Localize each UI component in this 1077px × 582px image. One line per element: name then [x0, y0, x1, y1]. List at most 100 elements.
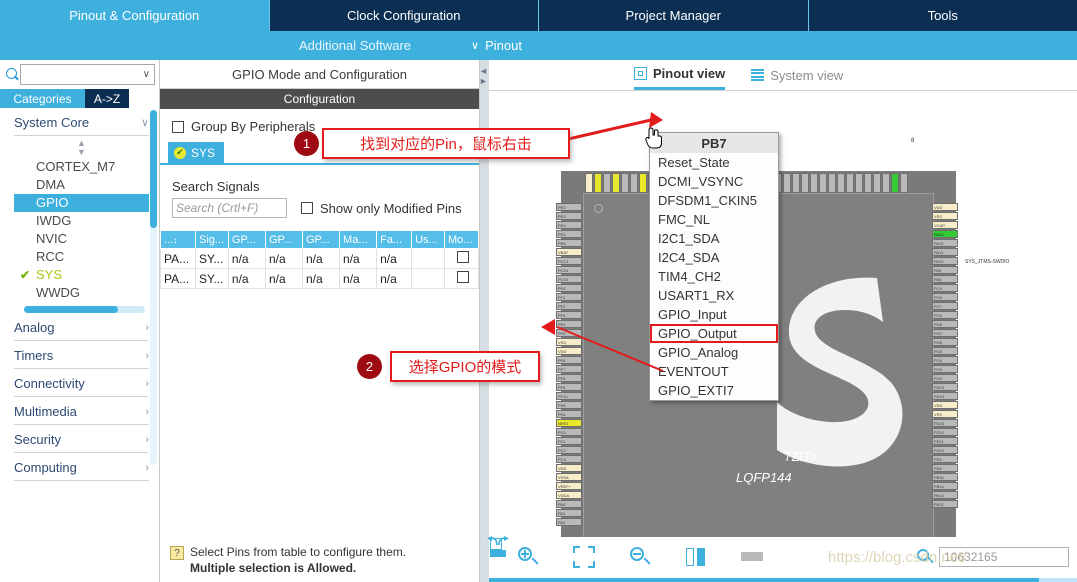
- chip-pin[interactable]: PH0: [556, 401, 582, 409]
- chip-pin[interactable]: [855, 173, 863, 193]
- chip-pin[interactable]: VDD: [932, 203, 958, 211]
- chip-pin[interactable]: [882, 173, 890, 193]
- chip-pin[interactable]: PC9: [932, 284, 958, 292]
- chip-pin[interactable]: [801, 173, 809, 193]
- column-header-user-label[interactable]: Us...: [411, 230, 445, 249]
- keyboard-button[interactable]: [741, 546, 763, 568]
- chip-pin[interactable]: PH1: [556, 410, 582, 418]
- chip-pin[interactable]: [864, 173, 872, 193]
- chip-pin[interactable]: [810, 173, 818, 193]
- chip-pin[interactable]: PC1: [556, 437, 582, 445]
- column-header-gpio-2[interactable]: GP...: [264, 230, 304, 249]
- show-modified-pins-checkbox[interactable]: [301, 202, 313, 214]
- chip-pin[interactable]: PG7: [932, 329, 958, 337]
- chip-pin[interactable]: VSS: [932, 410, 958, 418]
- chip-pin[interactable]: VDDA: [556, 491, 582, 499]
- chip-pin[interactable]: PG5: [932, 347, 958, 355]
- sidebar-tab-az[interactable]: A->Z: [85, 89, 129, 108]
- sidebar-item-iwdg[interactable]: IWDG: [14, 212, 149, 230]
- chip-pin[interactable]: PG6: [932, 338, 958, 346]
- chip-pin[interactable]: VBAT: [556, 248, 582, 256]
- chip-pin[interactable]: PD10: [932, 446, 958, 454]
- sidebar-search-input[interactable]: ∨: [20, 64, 155, 85]
- menu-item-gpio-analog[interactable]: GPIO_Analog: [650, 343, 778, 362]
- chip-pin[interactable]: VREF+: [556, 482, 582, 490]
- chip-pin[interactable]: PD8: [932, 464, 958, 472]
- chip-pin[interactable]: PF2: [556, 302, 582, 310]
- chip-pin[interactable]: PF9: [556, 383, 582, 391]
- tab-system-view[interactable]: System view: [751, 60, 843, 90]
- chip-pin[interactable]: [900, 173, 908, 193]
- tab-project-manager[interactable]: Project Manager: [539, 0, 809, 31]
- chip-pin[interactable]: [837, 173, 845, 193]
- subtab-pinout[interactable]: ∨ Pinout: [459, 38, 534, 53]
- chip-pin[interactable]: PC8: [932, 293, 958, 301]
- menu-item-reset-state[interactable]: Reset_State: [650, 153, 778, 172]
- chip-pin[interactable]: PG4: [932, 356, 958, 364]
- menu-item-gpio-input[interactable]: GPIO_Input: [650, 305, 778, 324]
- chip-pin[interactable]: [603, 173, 611, 193]
- search-signals-input[interactable]: Search (Crtl+F): [172, 198, 287, 218]
- chip-pin[interactable]: PC6: [932, 311, 958, 319]
- chip-pin[interactable]: PA10: [932, 257, 958, 265]
- chip-pin[interactable]: PA11: [932, 248, 958, 256]
- chip-pin[interactable]: PC3: [556, 455, 582, 463]
- chip-pin[interactable]: PD13: [932, 419, 958, 427]
- chip-pin[interactable]: PF1: [556, 293, 582, 301]
- chip-pin[interactable]: [594, 173, 602, 193]
- chip-pin[interactable]: PE2: [556, 203, 582, 211]
- table-row[interactable]: PA... SY... n/a n/a n/a n/a n/a: [160, 268, 479, 289]
- sidebar-item-sys[interactable]: ✔ SYS: [14, 266, 149, 284]
- chip-pin[interactable]: PG2: [932, 374, 958, 382]
- chip-pin[interactable]: [891, 173, 899, 193]
- chip-pin[interactable]: PD14: [932, 392, 958, 400]
- category-group-header[interactable]: Multimedia ›: [14, 404, 149, 425]
- menu-item-gpio-exti7[interactable]: GPIO_EXTI7: [650, 381, 778, 400]
- chip-pin[interactable]: PD11: [932, 437, 958, 445]
- chip-pin[interactable]: [792, 173, 800, 193]
- sidebar-item-cortex-m7[interactable]: CORTEX_M7: [14, 158, 149, 176]
- chip-pin[interactable]: PA8: [932, 275, 958, 283]
- category-group-header[interactable]: Connectivity ›: [14, 376, 149, 397]
- menu-item-dcmi-vsync[interactable]: DCMI_VSYNC: [650, 172, 778, 191]
- chip-pin[interactable]: PA13: [932, 230, 958, 238]
- chip-pin[interactable]: [585, 173, 593, 193]
- sidebar-item-wwdg[interactable]: WWDG: [14, 284, 149, 302]
- chip-pin[interactable]: PC13: [556, 257, 582, 265]
- chip-pin[interactable]: [630, 173, 638, 193]
- show-modified-pins-row[interactable]: Show only Modified Pins: [301, 201, 462, 216]
- chip-pin[interactable]: PA1: [556, 509, 582, 517]
- chip-pin[interactable]: NRST: [556, 419, 582, 427]
- chip-pin[interactable]: PC7: [932, 302, 958, 310]
- chip-pin[interactable]: PB13: [932, 491, 958, 499]
- menu-item-i2c4-sda[interactable]: I2C4_SDA: [650, 248, 778, 267]
- modified-checkbox[interactable]: [457, 271, 469, 283]
- chip-pin[interactable]: PE3: [556, 212, 582, 220]
- chip-pin[interactable]: PE6: [556, 239, 582, 247]
- column-header-gpio-3[interactable]: GP...: [301, 230, 341, 249]
- sidebar-scrollbar-thumb[interactable]: [150, 110, 157, 228]
- sidebar-item-dma[interactable]: DMA: [14, 176, 149, 194]
- menu-item-gpio-output[interactable]: GPIO_Output: [650, 324, 778, 343]
- zoom-out-button[interactable]: [629, 546, 651, 568]
- column-header-modified[interactable]: Mo...: [444, 230, 479, 249]
- chip-pin[interactable]: [873, 173, 881, 193]
- tab-clock-configuration[interactable]: Clock Configuration: [269, 0, 539, 31]
- chip-pin[interactable]: PF8: [556, 374, 582, 382]
- chip-pin[interactable]: [819, 173, 827, 193]
- chip-pin[interactable]: PA2: [556, 518, 582, 526]
- menu-item-tim4-ch2[interactable]: TIM4_CH2: [650, 267, 778, 286]
- chip-pin[interactable]: PA0: [556, 500, 582, 508]
- table-row[interactable]: PA... SY... n/a n/a n/a n/a n/a: [160, 248, 479, 269]
- sidebar-tab-categories[interactable]: Categories: [0, 89, 85, 108]
- sidebar-horizontal-scrollbar[interactable]: [24, 306, 145, 313]
- chip-pin[interactable]: VSSA: [556, 473, 582, 481]
- menu-item-fmc-nl[interactable]: FMC_NL: [650, 210, 778, 229]
- chip-pin[interactable]: PE5: [556, 230, 582, 238]
- chip-pin[interactable]: PD15: [932, 383, 958, 391]
- category-group-header[interactable]: Analog ›: [14, 320, 149, 341]
- chip-pin[interactable]: PC14: [556, 266, 582, 274]
- chip-pin[interactable]: [639, 173, 647, 193]
- column-header-fast-mode[interactable]: Fa...: [376, 230, 413, 249]
- chip-pin[interactable]: PF0: [556, 284, 582, 292]
